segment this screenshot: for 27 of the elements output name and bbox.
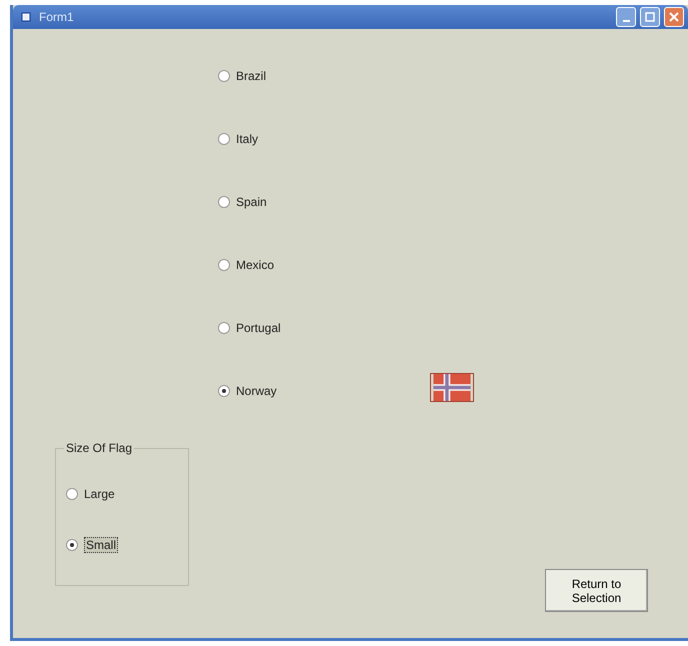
group-title: Size Of Flag (65, 441, 134, 455)
radio-option[interactable]: Small (66, 532, 180, 557)
app-icon (21, 12, 31, 22)
minimize-icon (622, 20, 630, 22)
radio-button[interactable] (66, 538, 78, 550)
radio-button[interactable] (218, 133, 230, 145)
radio-button[interactable] (218, 322, 230, 334)
country-option[interactable]: Portugal (218, 318, 418, 338)
close-icon (669, 12, 679, 22)
radio-button[interactable] (218, 259, 230, 271)
radio-button[interactable] (218, 70, 230, 82)
maximize-icon (645, 12, 655, 22)
country-option[interactable]: Italy (218, 129, 418, 149)
minimize-button[interactable] (616, 7, 636, 27)
country-option[interactable]: Brazil (218, 66, 418, 86)
radio-option[interactable]: Large (66, 481, 180, 506)
radio-button[interactable] (218, 385, 230, 397)
radio-button[interactable] (66, 488, 78, 500)
country-option[interactable]: Mexico (218, 255, 418, 275)
radio-button[interactable] (218, 196, 230, 208)
window-title: Form1 (39, 10, 74, 24)
country-option[interactable]: Norway (218, 381, 418, 401)
flag-icon (430, 373, 474, 402)
close-button[interactable] (664, 7, 684, 27)
return-button[interactable]: Return to Selection (545, 569, 648, 612)
country-option[interactable]: Spain (218, 192, 418, 212)
maximize-button[interactable] (640, 7, 660, 27)
